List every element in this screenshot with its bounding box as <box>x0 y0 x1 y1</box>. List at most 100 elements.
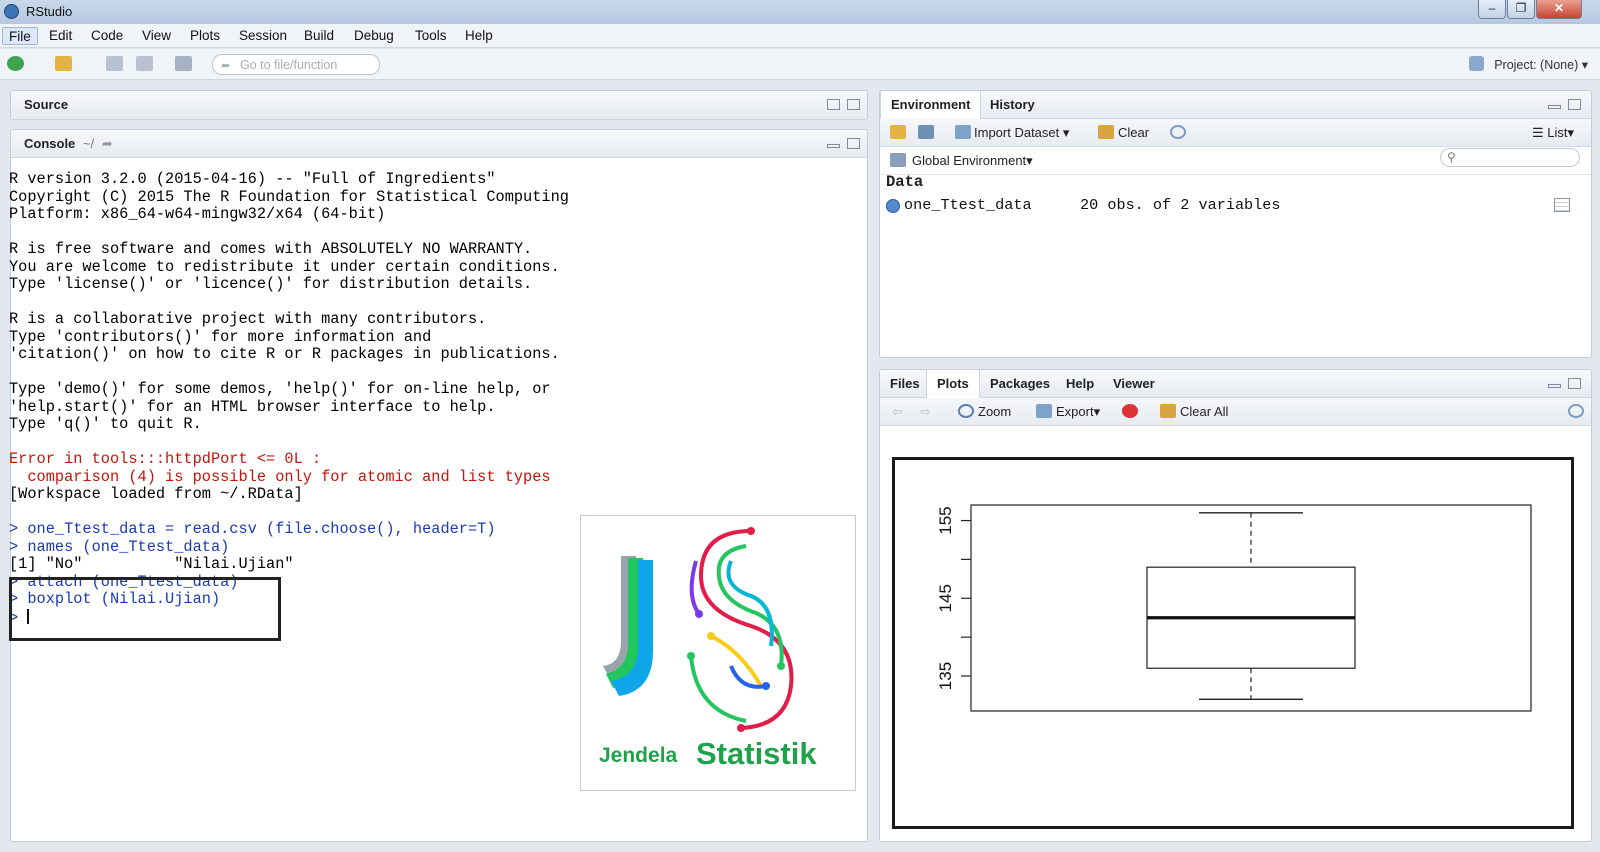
console-output-line: [1] "No" "Nilai.Ujian" <box>9 555 294 573</box>
console-pane-title: Console ~/ ➦ <box>24 136 113 152</box>
menu-tools[interactable]: Tools <box>409 27 453 45</box>
source-restore-icon[interactable] <box>827 99 840 110</box>
search-icon: ⚲ <box>1447 150 1456 164</box>
environment-toolbar: Import Dataset ▾ Clear ☰ List▾ <box>880 119 1591 147</box>
console-output-line: You are welcome to redistribute it under… <box>9 257 560 276</box>
maximize-button[interactable]: ❐ <box>1507 0 1535 19</box>
global-environment-label: Global Environment <box>912 153 1027 168</box>
menu-view[interactable]: View <box>136 27 177 45</box>
data-section-header: Data <box>886 173 924 191</box>
rstudio-app-icon <box>4 4 19 19</box>
export-button[interactable]: Export▾ <box>1056 404 1100 420</box>
console-output-line: Type 'contributors()' for more informati… <box>9 327 432 346</box>
previous-plot-icon[interactable]: ⇦ <box>892 404 903 420</box>
source-maximize-icon[interactable] <box>847 99 860 110</box>
save-all-icon[interactable] <box>136 56 153 71</box>
refresh-icon[interactable] <box>1170 125 1186 139</box>
import-dataset-icon <box>955 125 971 139</box>
console-restore-icon[interactable] <box>847 138 860 149</box>
global-environment-dropdown[interactable]: Global Environment▾ <box>912 153 1033 169</box>
environment-search-input[interactable]: ⚲ <box>1440 148 1580 167</box>
y-tick-label: 155 <box>936 506 955 534</box>
console-output-line: R version 3.2.0 (2015-04-16) -- "Full of… <box>9 170 496 188</box>
import-dataset-label: Import Dataset <box>974 125 1060 140</box>
tab-environment[interactable]: Environment <box>880 91 982 119</box>
console-output-line: Type 'demo()' for some demos, 'help()' f… <box>9 380 551 398</box>
plots-minimize-icon[interactable] <box>1548 384 1561 388</box>
logo-word-statistik: Statistik <box>696 736 817 771</box>
menu-debug[interactable]: Debug <box>348 27 400 45</box>
y-tick-label: 145 <box>936 584 955 612</box>
console-output[interactable]: R version 3.2.0 (2015-04-16) -- "Full of… <box>9 170 569 626</box>
highlight-box <box>9 577 281 641</box>
minimize-button[interactable]: – <box>1478 0 1506 19</box>
remove-plot-icon[interactable] <box>1122 404 1138 418</box>
console-minimize-icon[interactable] <box>827 144 840 148</box>
list-view-dropdown[interactable]: ☰ List▾ <box>1532 125 1574 141</box>
source-pane: Source <box>10 90 868 120</box>
close-button[interactable]: ✕ <box>1536 0 1582 19</box>
tab-packages[interactable]: Packages <box>980 370 1060 398</box>
print-icon[interactable] <box>175 56 192 71</box>
window-titlebar: RStudio – ❐ ✕ <box>0 0 1600 24</box>
go-to-file-input[interactable]: ➦ Go to file/function <box>212 54 380 75</box>
source-pane-title: Source <box>24 97 69 112</box>
expand-object-icon[interactable] <box>886 199 900 213</box>
import-dataset-button[interactable]: Import Dataset ▾ <box>974 125 1069 141</box>
refresh-plot-icon[interactable] <box>1568 404 1584 418</box>
object-name: one_Ttest_data <box>904 196 1032 214</box>
export-icon <box>1036 404 1052 418</box>
console-error-line: comparison (4) is possible only for atom… <box>9 467 551 486</box>
jendela-statistik-logo: Jendela Statistik <box>580 515 856 791</box>
project-menu[interactable]: Project: (None) ▾ <box>1494 57 1588 72</box>
console-error-line: Error in tools:::httpdPort <= 0L : <box>9 450 322 468</box>
menu-plots[interactable]: Plots <box>184 27 226 45</box>
tab-files[interactable]: Files <box>880 370 930 398</box>
plots-toolbar: ⇦ ⇨ Zoom Export▾ Clear All <box>880 398 1591 426</box>
environment-tabbar: Environment History <box>880 91 1591 119</box>
zoom-button[interactable]: Zoom <box>978 404 1011 419</box>
save-icon[interactable] <box>106 56 123 71</box>
console-command-line: > one_Ttest_data = read.csv (file.choose… <box>9 520 496 538</box>
menu-code[interactable]: Code <box>85 27 129 45</box>
console-title: Console <box>24 136 76 151</box>
object-summary: 20 obs. of 2 variables <box>1080 196 1281 214</box>
tab-help[interactable]: Help <box>1056 370 1104 398</box>
open-file-icon[interactable] <box>55 56 72 71</box>
save-workspace-icon[interactable] <box>918 125 934 139</box>
list-view-label: List <box>1547 125 1568 140</box>
view-data-icon[interactable] <box>1554 198 1570 212</box>
console-output-line: 'citation()' on how to cite R or R packa… <box>9 345 560 363</box>
menu-edit[interactable]: Edit <box>43 27 78 45</box>
export-label: Export <box>1056 404 1094 419</box>
console-path-arrow-icon[interactable]: ➦ <box>102 136 113 151</box>
source-pane-header: Source <box>11 91 867 120</box>
tab-plots[interactable]: Plots <box>926 370 980 398</box>
tab-history[interactable]: History <box>980 91 1045 119</box>
boxplot-chart: 135 145 155 <box>936 504 1532 712</box>
console-output-line: [Workspace loaded from ~/.RData] <box>9 485 303 503</box>
menu-file[interactable]: File <box>2 27 38 45</box>
project-label: Project: (None) <box>1494 58 1579 72</box>
plots-tabbar: Files Plots Packages Help Viewer <box>880 370 1591 398</box>
console-output-line: Platform: x86_64-w64-mingw32/x64 (64-bit… <box>9 205 386 223</box>
tab-viewer[interactable]: Viewer <box>1103 370 1165 398</box>
new-file-icon[interactable] <box>7 56 24 71</box>
menu-build[interactable]: Build <box>298 27 340 45</box>
env-minimize-icon[interactable] <box>1548 105 1561 109</box>
clear-button[interactable]: Clear <box>1118 125 1149 140</box>
menu-help[interactable]: Help <box>459 27 499 45</box>
plots-maximize-icon[interactable] <box>1568 378 1581 389</box>
env-maximize-icon[interactable] <box>1568 99 1581 110</box>
next-plot-icon[interactable]: ⇨ <box>920 404 931 420</box>
window-title: RStudio <box>26 4 73 19</box>
menu-session[interactable]: Session <box>233 27 293 45</box>
clear-all-button[interactable]: Clear All <box>1180 404 1228 419</box>
logo-word-jendela: Jendela <box>599 744 678 767</box>
load-workspace-icon[interactable] <box>890 125 906 139</box>
console-output-line: Type 'license()' or 'licence()' for dist… <box>9 275 533 293</box>
environment-row[interactable]: one_Ttest_data 20 obs. of 2 variables <box>880 195 1580 217</box>
